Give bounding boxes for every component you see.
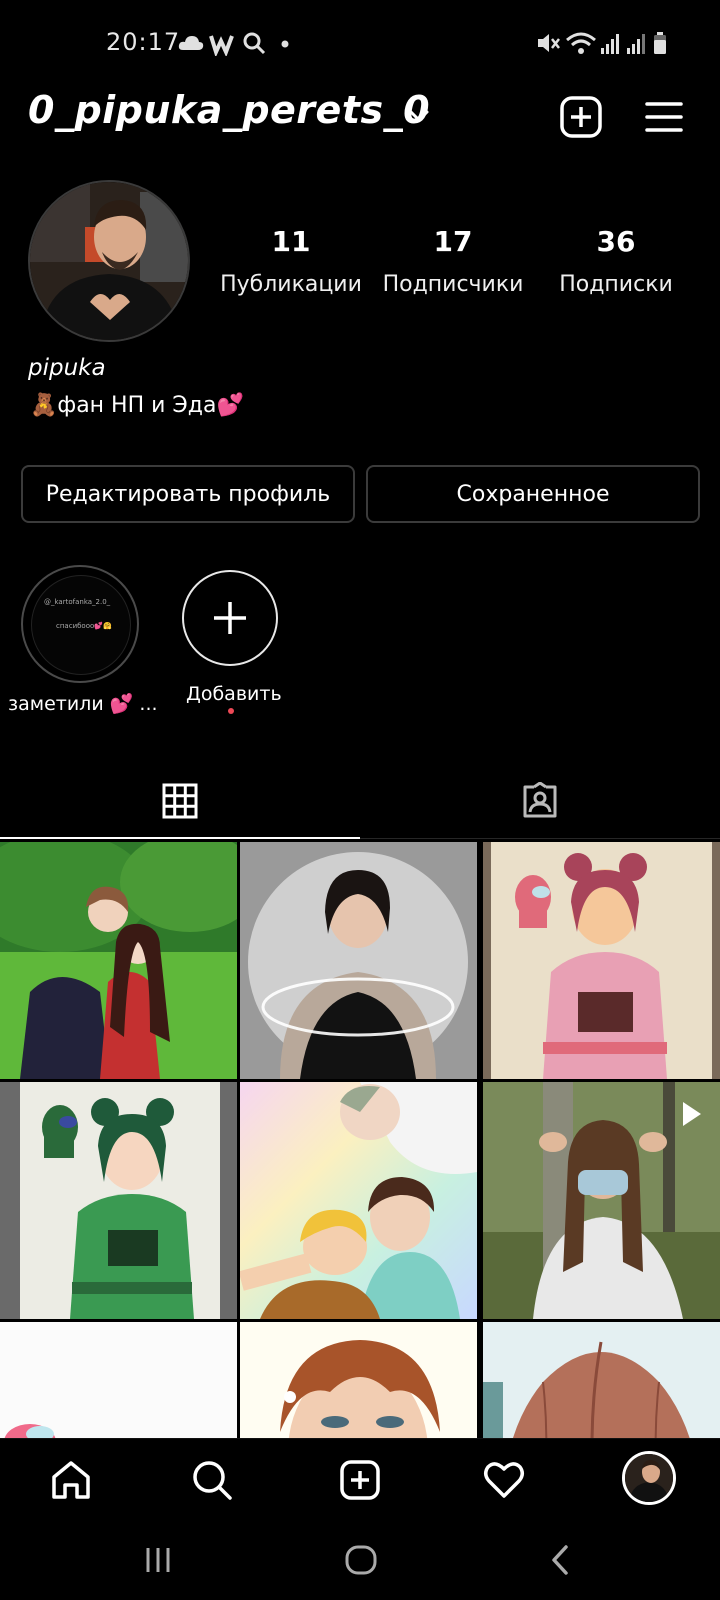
nav-activity[interactable] [479,1455,529,1505]
posts-count-value: 11 [271,225,311,258]
add-highlight-button[interactable] [182,570,278,666]
highlight-cover-text: спасибооо💕🤗 [56,622,112,630]
post-image-pink-sketch [0,1322,237,1438]
display-name: pipuka [28,355,106,381]
add-post-icon [340,1460,380,1500]
wifi-icon [566,32,596,54]
profile-username[interactable]: 0_pipuka_perets_0 [28,88,430,132]
new-indicator-dot [228,708,234,714]
post-image-boys-pastel [240,1082,477,1319]
post-thumbnail[interactable] [483,1322,720,1438]
heart-icon [484,1462,524,1498]
followers-count[interactable]: 17 Подписчики [378,225,528,297]
highlight-label[interactable]: заметили 💕 ... [8,692,158,715]
post-image-hair-drawing [483,1322,720,1438]
avatar-thumbnail [625,1454,673,1502]
home-system-icon[interactable] [343,1542,379,1578]
followers-count-label: Подписчики [382,272,524,297]
nav-home[interactable] [46,1455,96,1505]
posts-count[interactable]: 11 Публикации [216,225,366,297]
following-count-value: 36 [596,225,636,258]
post-thumbnail[interactable] [0,842,237,1079]
dot-icon [281,40,289,48]
post-thumbnail[interactable] [0,1082,237,1319]
tab-grid[interactable] [0,760,360,842]
highlight-cover: @_kartofanka_2.0_ спасибооо💕🤗 [31,575,131,675]
avatar-photo [30,182,188,340]
battery-icon [654,32,666,54]
post-image-anime-couple [0,842,237,1079]
post-thumbnail[interactable] [240,842,477,1079]
active-tab-indicator [0,837,360,839]
saved-button[interactable]: Сохраненное [366,465,700,523]
cloud-icon [178,36,204,50]
search-status-icon [243,32,266,55]
post-image-pink-drawing [483,842,720,1079]
post-image-green-drawing [0,1082,237,1319]
following-count[interactable]: 36 Подписки [541,225,691,297]
mute-icon [538,34,560,52]
edit-profile-button[interactable]: Редактировать профиль [21,465,355,523]
posts-grid [0,842,720,1438]
new-post-button[interactable] [560,96,602,138]
post-image-woman-portrait [240,842,477,1079]
posts-count-label: Публикации [220,272,362,297]
add-highlight-label[interactable]: Добавить [186,683,282,705]
home-icon [52,1461,90,1499]
nav-profile-avatar[interactable] [622,1451,676,1505]
tagged-user-icon [523,782,557,818]
nav-add-post[interactable] [335,1455,385,1505]
post-thumbnail[interactable] [0,1322,237,1438]
plus-icon [214,602,246,634]
recent-apps-icon[interactable] [143,1542,173,1578]
highlight-circle[interactable]: @_kartofanka_2.0_ спасибооо💕🤗 [21,565,139,683]
profile-avatar[interactable] [28,180,190,342]
signal-2-icon [627,34,645,54]
search-icon [193,1461,232,1500]
system-nav-bar [0,1520,720,1600]
bio-text: 🧸фан НП и Эда💕 [30,393,244,418]
post-thumbnail[interactable] [240,1082,477,1319]
nav-search[interactable] [187,1455,237,1505]
bottom-nav [0,1438,720,1521]
highlight-cover-user: @_kartofanka_2.0_ [44,598,111,606]
chevron-down-icon[interactable] [408,108,430,124]
post-thumbnail[interactable] [483,842,720,1079]
back-icon[interactable] [548,1542,574,1578]
status-bar: 20:17 [0,0,720,88]
followers-count-value: 17 [433,225,473,258]
post-thumbnail[interactable] [483,1082,720,1319]
post-image-forest-video [483,1082,720,1319]
post-image-ginger-portrait [240,1322,477,1438]
tab-divider [360,838,720,839]
clock: 20:17 [106,28,181,56]
w-app-icon [209,35,234,56]
grid-icon [162,783,198,819]
tab-tagged[interactable] [360,760,720,842]
following-count-label: Подписки [559,272,673,297]
menu-icon[interactable] [645,98,683,136]
signal-1-icon [601,34,619,54]
post-thumbnail[interactable] [240,1322,477,1438]
